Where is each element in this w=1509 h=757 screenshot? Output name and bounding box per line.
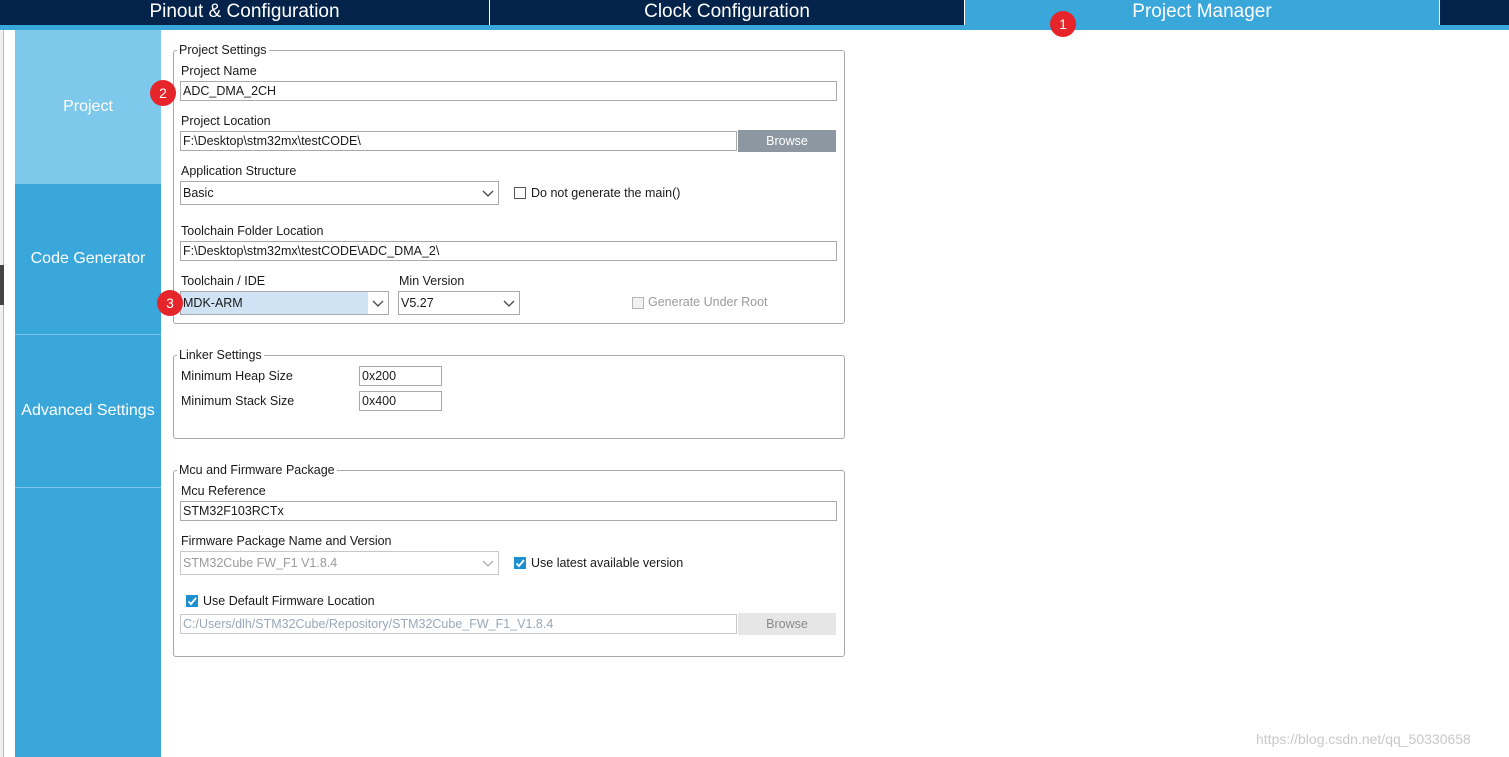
chevron-down-icon [482, 560, 494, 567]
firmware-package-label: Firmware Package Name and Version [181, 534, 392, 548]
chevron-down-icon [503, 300, 515, 307]
annotation-badge-1: 1 [1050, 11, 1076, 37]
sidebar-item-label: Project [63, 97, 113, 115]
toolchain-ide-value: MDK-ARM [183, 296, 243, 310]
checkmark-icon [515, 559, 525, 568]
use-latest-version-label: Use latest available version [531, 556, 684, 570]
sidebar-item-advanced-settings[interactable]: Advanced Settings [15, 335, 161, 488]
min-version-label: Min Version [399, 274, 465, 288]
tab-project-manager[interactable]: Project Manager [965, 0, 1440, 25]
project-name-input[interactable]: ADC_DMA_2CH [180, 81, 837, 101]
sidebar-item-code-generator[interactable]: Code Generator [15, 184, 161, 335]
min-stack-size-label: Minimum Stack Size [181, 394, 295, 408]
mcu-firmware-legend: Mcu and Firmware Package [177, 463, 337, 477]
firmware-location-input[interactable]: C:/Users/dlh/STM32Cube/Repository/STM32C… [180, 614, 737, 634]
toolchain-ide-label: Toolchain / IDE [181, 274, 266, 288]
firmware-package-value: STM32Cube FW_F1 V1.8.4 [183, 556, 338, 570]
use-latest-version-checkbox[interactable] [514, 557, 526, 569]
generate-under-root-label: Generate Under Root [648, 295, 768, 309]
annotation-badge-3: 3 [157, 290, 183, 316]
sidebar-item-label: Code Generator [30, 250, 146, 267]
do-not-generate-main-label: Do not generate the main() [531, 186, 681, 200]
splitter-handle[interactable] [0, 265, 4, 305]
min-version-select[interactable]: V5.27 [398, 291, 520, 315]
chevron-down-icon [368, 292, 388, 314]
use-default-firmware-location-label: Use Default Firmware Location [203, 594, 375, 608]
toolchain-folder-label: Toolchain Folder Location [181, 224, 324, 238]
mcu-reference-input[interactable]: STM32F103RCTx [180, 501, 837, 521]
chevron-down-icon [482, 190, 494, 197]
project-settings-legend: Project Settings [177, 43, 269, 57]
project-location-input[interactable]: F:\Desktop\stm32mx\testCODE\ [180, 131, 737, 151]
application-structure-label: Application Structure [181, 164, 297, 178]
tab-pinout-configuration[interactable]: Pinout & Configuration [0, 0, 490, 25]
sidebar-item-project[interactable]: Project [15, 30, 161, 184]
left-gutter [5, 30, 15, 757]
browse-location-button[interactable]: Browse [738, 130, 836, 152]
watermark-text: https://blog.csdn.net/qq_50330658 [1256, 731, 1471, 747]
toolchain-folder-input[interactable]: F:\Desktop\stm32mx\testCODE\ADC_DMA_2\ [180, 241, 837, 261]
application-structure-select[interactable]: Basic [180, 181, 499, 205]
generate-under-root-checkbox[interactable] [632, 297, 644, 309]
use-default-firmware-location-checkbox[interactable] [186, 595, 198, 607]
project-name-label: Project Name [181, 64, 257, 78]
annotation-badge-2: 2 [150, 80, 176, 106]
window-left-edge [0, 30, 4, 757]
toolchain-ide-select[interactable]: MDK-ARM [180, 291, 389, 315]
mcu-reference-label: Mcu Reference [181, 484, 266, 498]
sidebar-item-label: Advanced Settings [21, 402, 155, 419]
browse-firmware-button[interactable]: Browse [738, 613, 836, 635]
min-heap-size-label: Minimum Heap Size [181, 369, 293, 383]
tab-clock-configuration[interactable]: Clock Configuration [490, 0, 965, 25]
linker-settings-legend: Linker Settings [177, 348, 264, 362]
application-structure-value: Basic [183, 186, 214, 200]
checkmark-icon [187, 597, 197, 606]
min-version-value: V5.27 [401, 296, 434, 310]
min-heap-size-input[interactable]: 0x200 [359, 366, 442, 386]
min-stack-size-input[interactable]: 0x400 [359, 391, 442, 411]
do-not-generate-main-checkbox[interactable] [514, 187, 526, 199]
project-location-label: Project Location [181, 114, 271, 128]
tab-underline [0, 25, 1509, 30]
firmware-package-select[interactable]: STM32Cube FW_F1 V1.8.4 [180, 551, 499, 575]
